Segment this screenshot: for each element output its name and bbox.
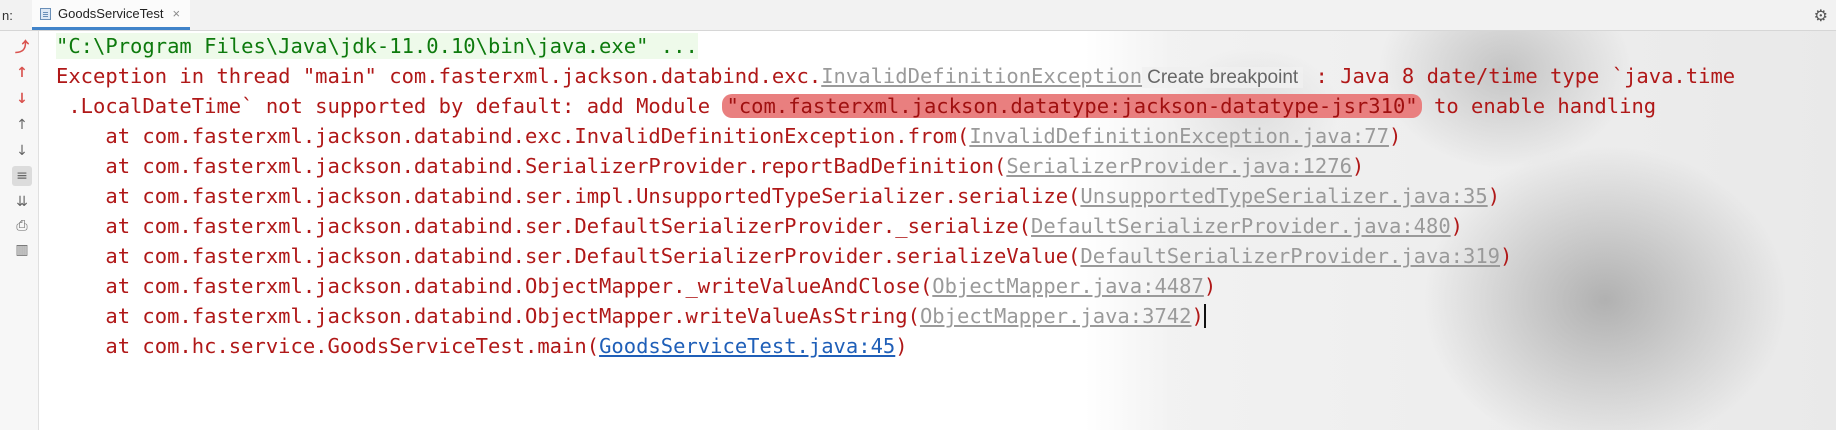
run-tab-bar: n: GoodsServiceTest × ⚙ [0,0,1836,31]
exception-line: Exception in thread "main" com.fasterxml… [56,63,1735,89]
text-cursor [1203,304,1206,328]
command-line: "C:\Program Files\Java\jdk-11.0.10\bin\j… [56,33,698,59]
stack-frame-text: at com.fasterxml.jackson.databind.Object… [56,274,933,298]
stack-frame: at com.fasterxml.jackson.databind.ser.De… [56,243,1512,269]
stack-frame-text: at com.fasterxml.jackson.databind.ser.im… [56,184,1081,208]
create-breakpoint-tooltip[interactable]: Create breakpoint [1142,67,1304,88]
stack-frame-link[interactable]: DefaultSerializerProvider.java:319 [1080,244,1500,268]
stack-frame: at com.fasterxml.jackson.databind.ser.im… [56,183,1500,209]
tab-goods-service-test[interactable]: GoodsServiceTest × [32,0,191,30]
console-toolbar: ⤴ ↑ ↓ ↑ ↓ ≡ ⇊ ⎙ ▥ [0,31,39,430]
run-label: n: [2,7,13,23]
module-highlight: "com.fasterxml.jackson.datatype:jackson-… [722,94,1422,118]
down-arrow-icon[interactable]: ↓ [12,141,32,161]
stack-frame-end: ) [1450,214,1464,238]
print-icon[interactable]: ⎙ [12,216,32,236]
stack-frame-end: ) [1203,274,1217,298]
rerun-icon[interactable]: ⤴ [12,37,32,57]
stack-frame-link[interactable]: GoodsServiceTest.java:45 [599,334,895,358]
up-arrow-icon[interactable]: ↑ [12,115,32,135]
tab-label: GoodsServiceTest [58,6,164,21]
stack-frame-link[interactable]: InvalidDefinitionException.java:77 [969,124,1389,148]
gear-icon[interactable]: ⚙ [1814,6,1828,26]
stack-frame-link[interactable]: UnsupportedTypeSerializer.java:35 [1080,184,1487,208]
stack-frame-text: at com.fasterxml.jackson.databind.Serial… [56,154,1007,178]
exception-line-continued: .LocalDateTime` not supported by default… [56,93,1656,119]
down-arrow-red-icon[interactable]: ↓ [12,89,32,109]
stack-frame-link[interactable]: ObjectMapper.java:3742 [920,304,1192,328]
stack-frame: at com.fasterxml.jackson.databind.Serial… [56,153,1364,179]
up-arrow-red-icon[interactable]: ↑ [12,63,32,83]
console-output[interactable]: "C:\Program Files\Java\jdk-11.0.10\bin\j… [39,31,1836,430]
exception-prefix: Exception in thread "main" com.fasterxml… [56,64,822,88]
stack-frame-end: ) [1388,124,1402,148]
stack-frame-text: at com.fasterxml.jackson.databind.ser.De… [56,244,1081,268]
run-console-window: n: GoodsServiceTest × ⚙ ⤴ ↑ ↓ ↑ ↓ ≡ ⇊ ⎙ … [0,0,1836,430]
stack-frame-end: ) [1191,304,1204,328]
stack-frame-link[interactable]: DefaultSerializerProvider.java:480 [1031,214,1451,238]
stack-frame-text: at com.fasterxml.jackson.databind.exc.In… [56,124,970,148]
stack-frame-link[interactable]: SerializerProvider.java:1276 [1006,154,1352,178]
stack-frame: at com.fasterxml.jackson.databind.exc.In… [56,123,1401,149]
stack-frame: at com.fasterxml.jackson.databind.ser.De… [56,213,1463,239]
stack-frame-link[interactable]: ObjectMapper.java:4487 [932,274,1204,298]
stack-frame-text: at com.fasterxml.jackson.databind.Object… [56,304,920,328]
exception-suffix: : Java 8 date/time type `java.time [1303,64,1736,88]
stack-frame-text: at com.hc.service.GoodsServiceTest.main( [56,334,600,358]
stack-frame: at com.fasterxml.jackson.databind.Object… [56,303,1206,329]
stack-frame-end: ) [895,334,908,358]
close-icon[interactable]: × [173,6,181,21]
line2-suffix: to enable handling [1421,94,1657,118]
stack-frame-end: ) [1487,184,1501,208]
stack-frame-end: ) [1500,244,1513,268]
stack-frame-end: ) [1351,154,1365,178]
stack-frame-text: at com.fasterxml.jackson.databind.ser.De… [56,214,1032,238]
soft-wrap-icon[interactable]: ≡ [12,166,32,186]
line2-prefix: .LocalDateTime` not supported by default… [56,94,723,118]
stack-frame: at com.fasterxml.jackson.databind.Object… [56,273,1216,299]
scroll-to-end-icon[interactable]: ⇊ [12,192,32,212]
exception-class-link[interactable]: InvalidDefinitionException [821,64,1142,88]
trash-icon[interactable]: ▥ [12,240,32,260]
run-config-icon [40,7,51,20]
stack-frame: at com.hc.service.GoodsServiceTest.main(… [56,333,908,359]
